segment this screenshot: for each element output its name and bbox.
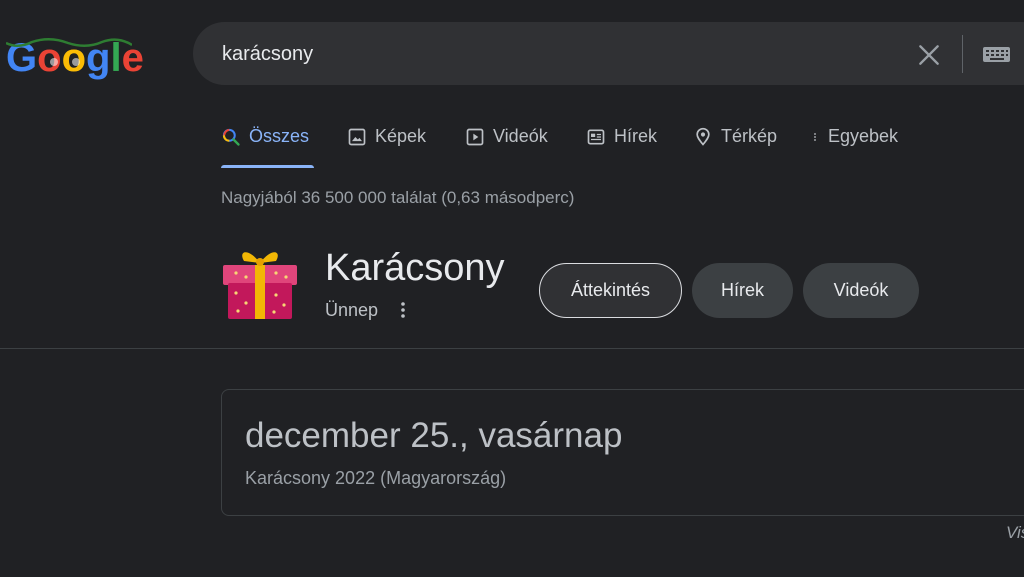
tab-more-label: Egyebek xyxy=(828,126,899,146)
search-box-divider xyxy=(962,35,963,73)
tab-videos-label: Videók xyxy=(493,126,548,146)
answer-date: december 25., vasárnap xyxy=(245,416,623,455)
keyboard-icon[interactable] xyxy=(982,44,1012,64)
answer-caption: Karácsony 2022 (Magyarország) xyxy=(245,468,507,488)
map-pin-icon xyxy=(696,127,710,146)
tab-maps[interactable]: Térkép xyxy=(693,126,777,170)
image-icon xyxy=(348,128,366,146)
tab-more[interactable]: Egyebek xyxy=(812,126,898,170)
search-icon xyxy=(222,128,240,146)
tab-news-label: Hírek xyxy=(614,126,658,146)
chip-overview[interactable]: Áttekintés xyxy=(539,263,682,318)
knowledge-title: Karácsony xyxy=(325,247,505,289)
section-divider xyxy=(0,348,1024,349)
video-icon xyxy=(466,128,484,146)
google-doodle-logo[interactable]: Google xyxy=(6,36,144,80)
clear-search-icon[interactable] xyxy=(916,42,942,68)
more-vert-icon xyxy=(814,133,816,141)
gift-icon xyxy=(223,252,297,319)
date-answer-card: december 25., vasárnap Karácsony 2022 (M… xyxy=(221,389,1024,516)
chip-videos[interactable]: Videók xyxy=(803,263,919,318)
news-icon xyxy=(587,129,605,145)
search-input[interactable] xyxy=(222,42,822,66)
tab-maps-label: Térkép xyxy=(721,126,778,146)
tab-videos[interactable]: Videók xyxy=(465,126,548,170)
tab-images-label: Képek xyxy=(375,126,427,146)
search-tabs: Összes Képek Videók Hírek Térkép Egyebek xyxy=(221,118,981,170)
more-options-icon[interactable] xyxy=(396,300,410,320)
search-results-page: Google karácsony Összes Képek Videók Hír… xyxy=(0,0,1024,577)
tab-images[interactable]: Képek xyxy=(347,126,426,170)
tab-all-label: Összes xyxy=(249,126,310,146)
search-box[interactable] xyxy=(193,22,1024,85)
feedback-link[interactable]: Vis xyxy=(1006,523,1024,543)
knowledge-subtitle: Ünnep xyxy=(325,300,379,320)
result-stats: Nagyjából 36 500 000 találat (0,63 másod… xyxy=(221,188,575,207)
christmas-lights-icon xyxy=(6,38,132,66)
tab-all[interactable]: Összes xyxy=(221,126,309,170)
chip-news[interactable]: Hírek xyxy=(692,263,793,318)
tab-news[interactable]: Hírek xyxy=(586,126,657,170)
active-tab-indicator xyxy=(221,165,314,168)
